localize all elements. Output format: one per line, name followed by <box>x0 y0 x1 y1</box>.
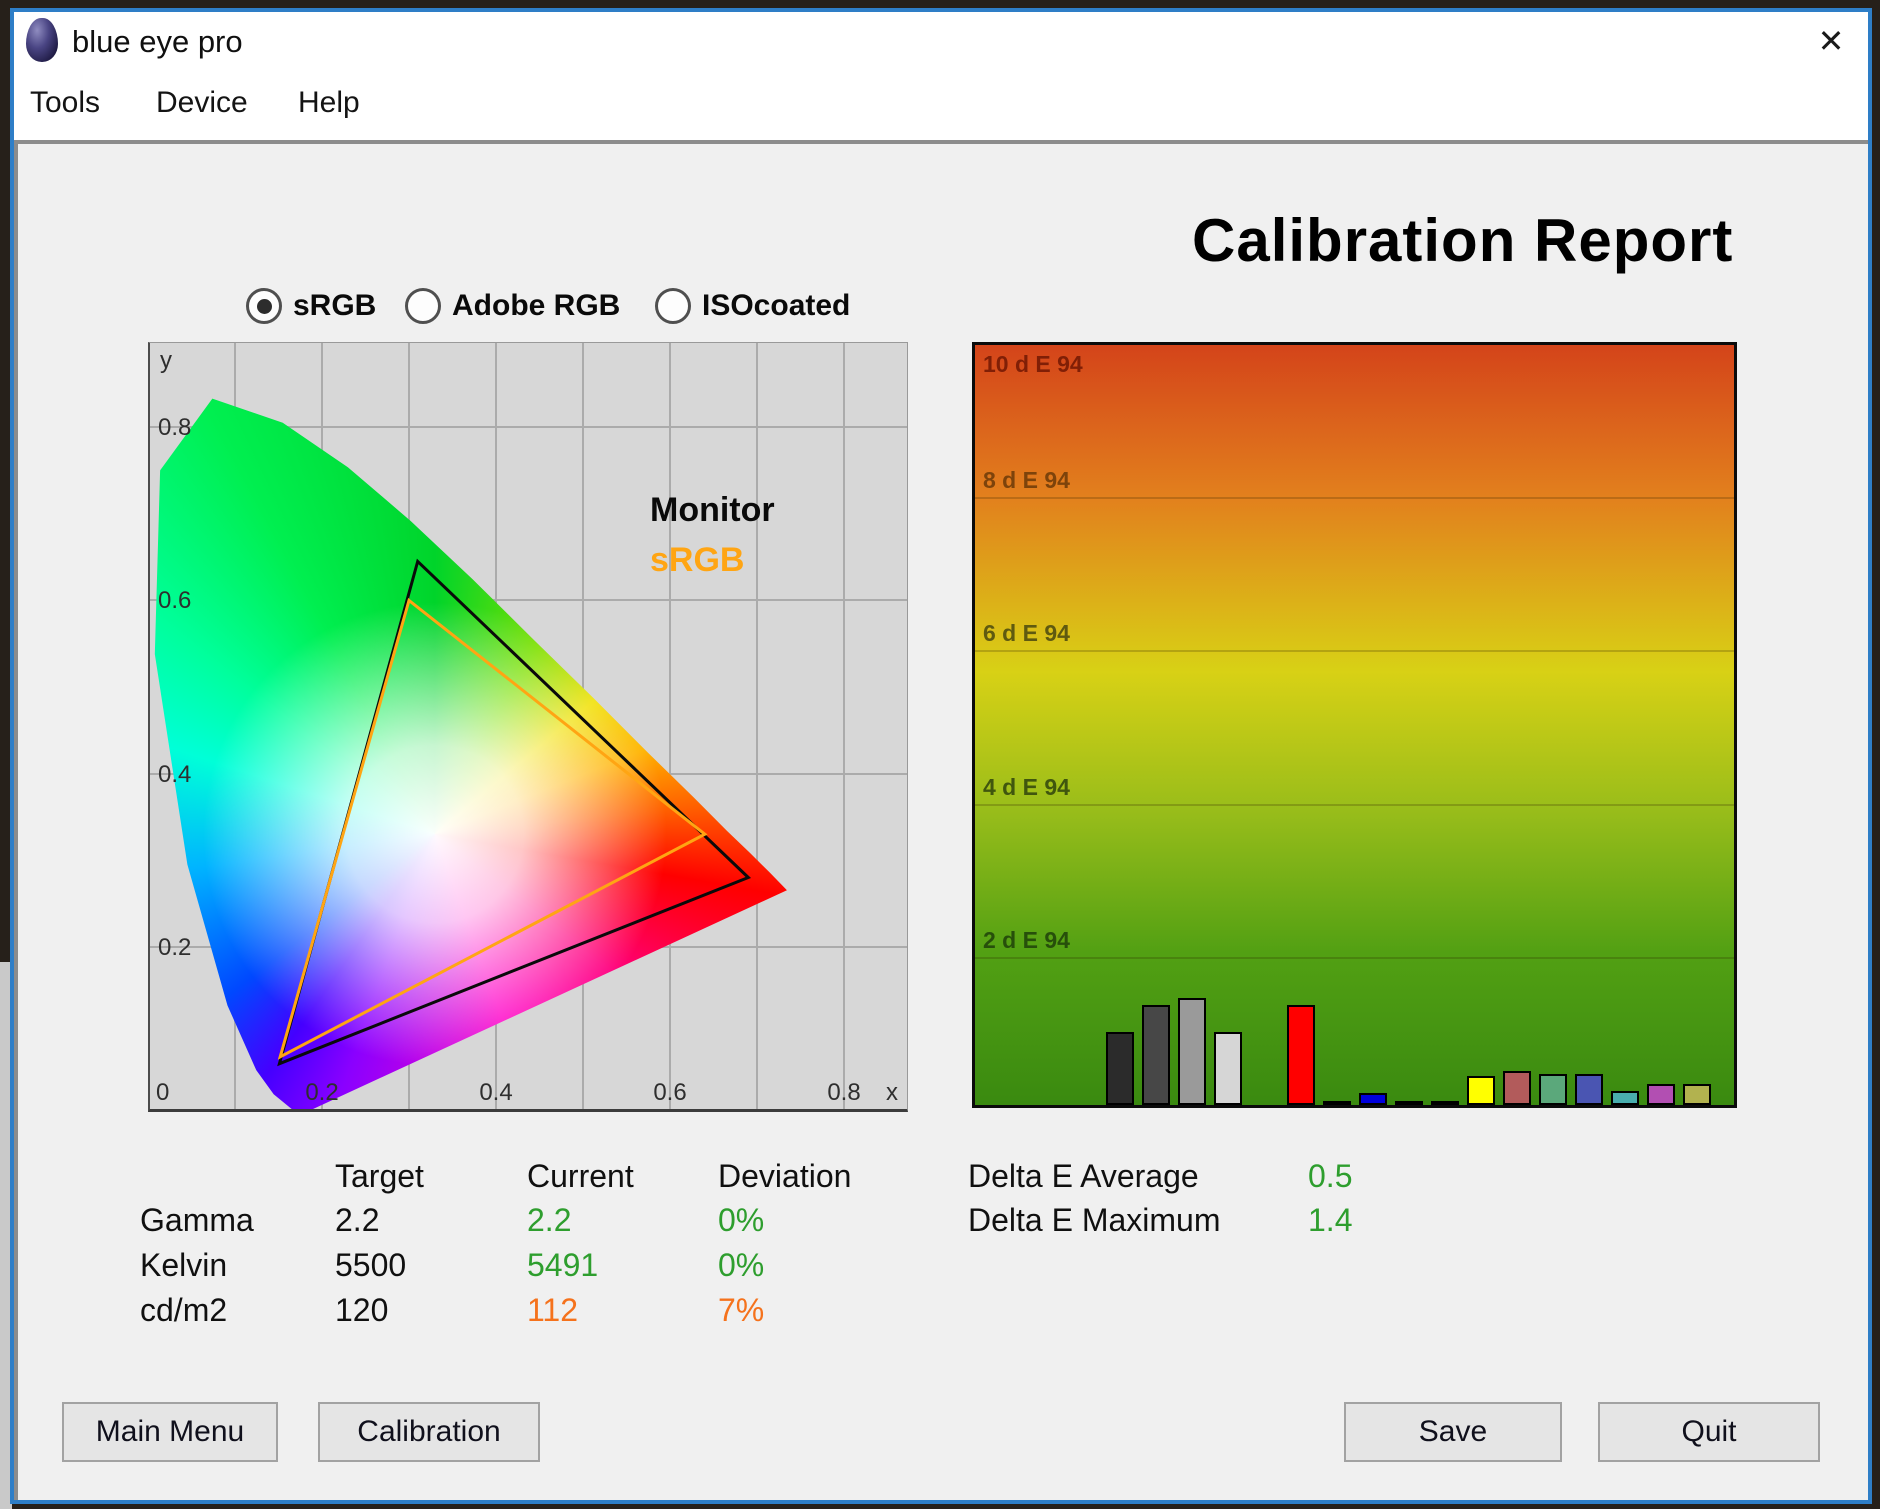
table-kelvin-current-value: 5491 <box>527 1247 598 1284</box>
table-gamma-current-value: 2.2 <box>527 1202 571 1239</box>
delta-e-tick-label: 4 d E 94 <box>983 774 1070 801</box>
delta-e-gridline <box>975 804 1734 806</box>
menu-item-device[interactable]: Device <box>156 86 248 120</box>
x-axis-tick-label: 0.2 <box>292 1079 352 1107</box>
desktop: blue eye pro ✕ Tools Device Help Calibrati… <box>0 0 1880 1509</box>
delta-e-average-label: Delta E Average <box>968 1158 1199 1195</box>
x-axis-letter: x <box>886 1079 898 1107</box>
table-header-current: Current <box>527 1158 634 1195</box>
x-axis-tick-label: 0.6 <box>640 1079 700 1107</box>
delta-e-bar <box>1539 1074 1567 1105</box>
delta-e-bar <box>1142 1005 1170 1105</box>
delta-e-bar <box>1431 1101 1459 1105</box>
delta-e-gridline <box>975 497 1734 499</box>
table-gamma-row-label: Gamma <box>140 1202 254 1239</box>
y-axis-letter: y <box>160 347 172 375</box>
page-title: Calibration Report <box>1192 206 1733 275</box>
delta-e-bar <box>1106 1032 1134 1105</box>
delta-e-tick-label: 10 d E 94 <box>983 351 1083 378</box>
delta-e-bar <box>1178 998 1206 1105</box>
delta-e-average-value: 0.5 <box>1308 1158 1352 1195</box>
delta-e-bar <box>1214 1032 1242 1105</box>
delta-e-bar <box>1647 1084 1675 1105</box>
radio-isocoated[interactable]: ISOcoated <box>655 288 850 324</box>
origin-tick-label: 0 <box>156 1079 169 1107</box>
delta-e-bar <box>1359 1093 1387 1105</box>
y-axis-tick-label: 0.6 <box>158 587 191 615</box>
x-axis-tick-label: 0.8 <box>814 1079 874 1107</box>
app-icon <box>26 18 58 62</box>
radio-circle <box>655 288 691 324</box>
delta-e-gridline <box>975 650 1734 652</box>
calibration-button[interactable]: Calibration <box>318 1402 540 1462</box>
table-kelvin-deviation-value: 0% <box>718 1247 764 1284</box>
radio-circle <box>405 288 441 324</box>
table-header-target: Target <box>335 1158 424 1195</box>
window-title: blue eye pro <box>72 24 243 60</box>
legend-srgb: sRGB <box>650 541 744 580</box>
menu-item-help[interactable]: Help <box>298 86 360 120</box>
table-cdm2-row-label: cd/m2 <box>140 1292 227 1329</box>
radio-selected-dot <box>257 299 272 314</box>
delta-e-bar <box>1575 1074 1603 1105</box>
delta-e-bar <box>1395 1101 1423 1105</box>
delta-e-chart: 10 d E 94 8 d E 94 6 d E 94 4 d E 94 2 d E 9… <box>972 342 1737 1108</box>
cie-chromaticity-chart: 0.8 0.6 0.4 0.2 0.2 0.4 0.6 0.8 0 x y Monitor sRGB <box>148 342 908 1112</box>
menu-item-tools[interactable]: Tools <box>30 86 100 120</box>
table-kelvin-target-value: 5500 <box>335 1247 406 1284</box>
table-cdm2-deviation-value: 7% <box>718 1292 764 1329</box>
quit-button[interactable]: Quit <box>1598 1402 1820 1462</box>
table-cdm2-target-value: 120 <box>335 1292 388 1329</box>
table-cdm2-current-value: 112 <box>527 1292 578 1329</box>
table-gamma-target-value: 2.2 <box>335 1202 379 1239</box>
delta-e-tick-label: 8 d E 94 <box>983 467 1070 494</box>
radio-label: sRGB <box>293 289 376 323</box>
delta-e-maximum-label: Delta E Maximum <box>968 1202 1221 1239</box>
delta-e-tick-label: 2 d E 94 <box>983 927 1070 954</box>
delta-e-bar <box>1503 1071 1531 1105</box>
radio-label: Adobe RGB <box>452 289 620 323</box>
table-gamma-deviation-value: 0% <box>718 1202 764 1239</box>
delta-e-bars <box>1106 998 1719 1105</box>
table-header-deviation: Deviation <box>718 1158 851 1195</box>
delta-e-bar <box>1467 1076 1495 1105</box>
radio-adobe-rgb[interactable]: Adobe RGB <box>405 288 620 324</box>
save-button[interactable]: Save <box>1344 1402 1562 1462</box>
gamut-triangle-srgb <box>280 600 705 1056</box>
radio-srgb[interactable]: sRGB <box>246 288 376 324</box>
y-axis-tick-label: 0.8 <box>158 414 191 442</box>
radio-circle <box>246 288 282 324</box>
delta-e-bar <box>1287 1005 1315 1105</box>
delta-e-bar <box>1611 1091 1639 1105</box>
x-axis-tick-label: 0.4 <box>466 1079 526 1107</box>
delta-e-bar <box>1323 1101 1351 1105</box>
legend-monitor: Monitor <box>650 491 775 530</box>
delta-e-gridline <box>975 957 1734 959</box>
delta-e-maximum-value: 1.4 <box>1308 1202 1352 1239</box>
delta-e-tick-label: 6 d E 94 <box>983 620 1070 647</box>
radio-label: ISOcoated <box>702 289 850 323</box>
close-icon[interactable]: ✕ <box>1804 16 1858 66</box>
delta-e-bar <box>1683 1084 1711 1105</box>
table-kelvin-row-label: Kelvin <box>140 1247 227 1284</box>
gamut-triangles <box>150 343 907 1109</box>
y-axis-tick-label: 0.4 <box>158 761 191 789</box>
y-axis-tick-label: 0.2 <box>158 934 191 962</box>
main-menu-button[interactable]: Main Menu <box>62 1402 278 1462</box>
